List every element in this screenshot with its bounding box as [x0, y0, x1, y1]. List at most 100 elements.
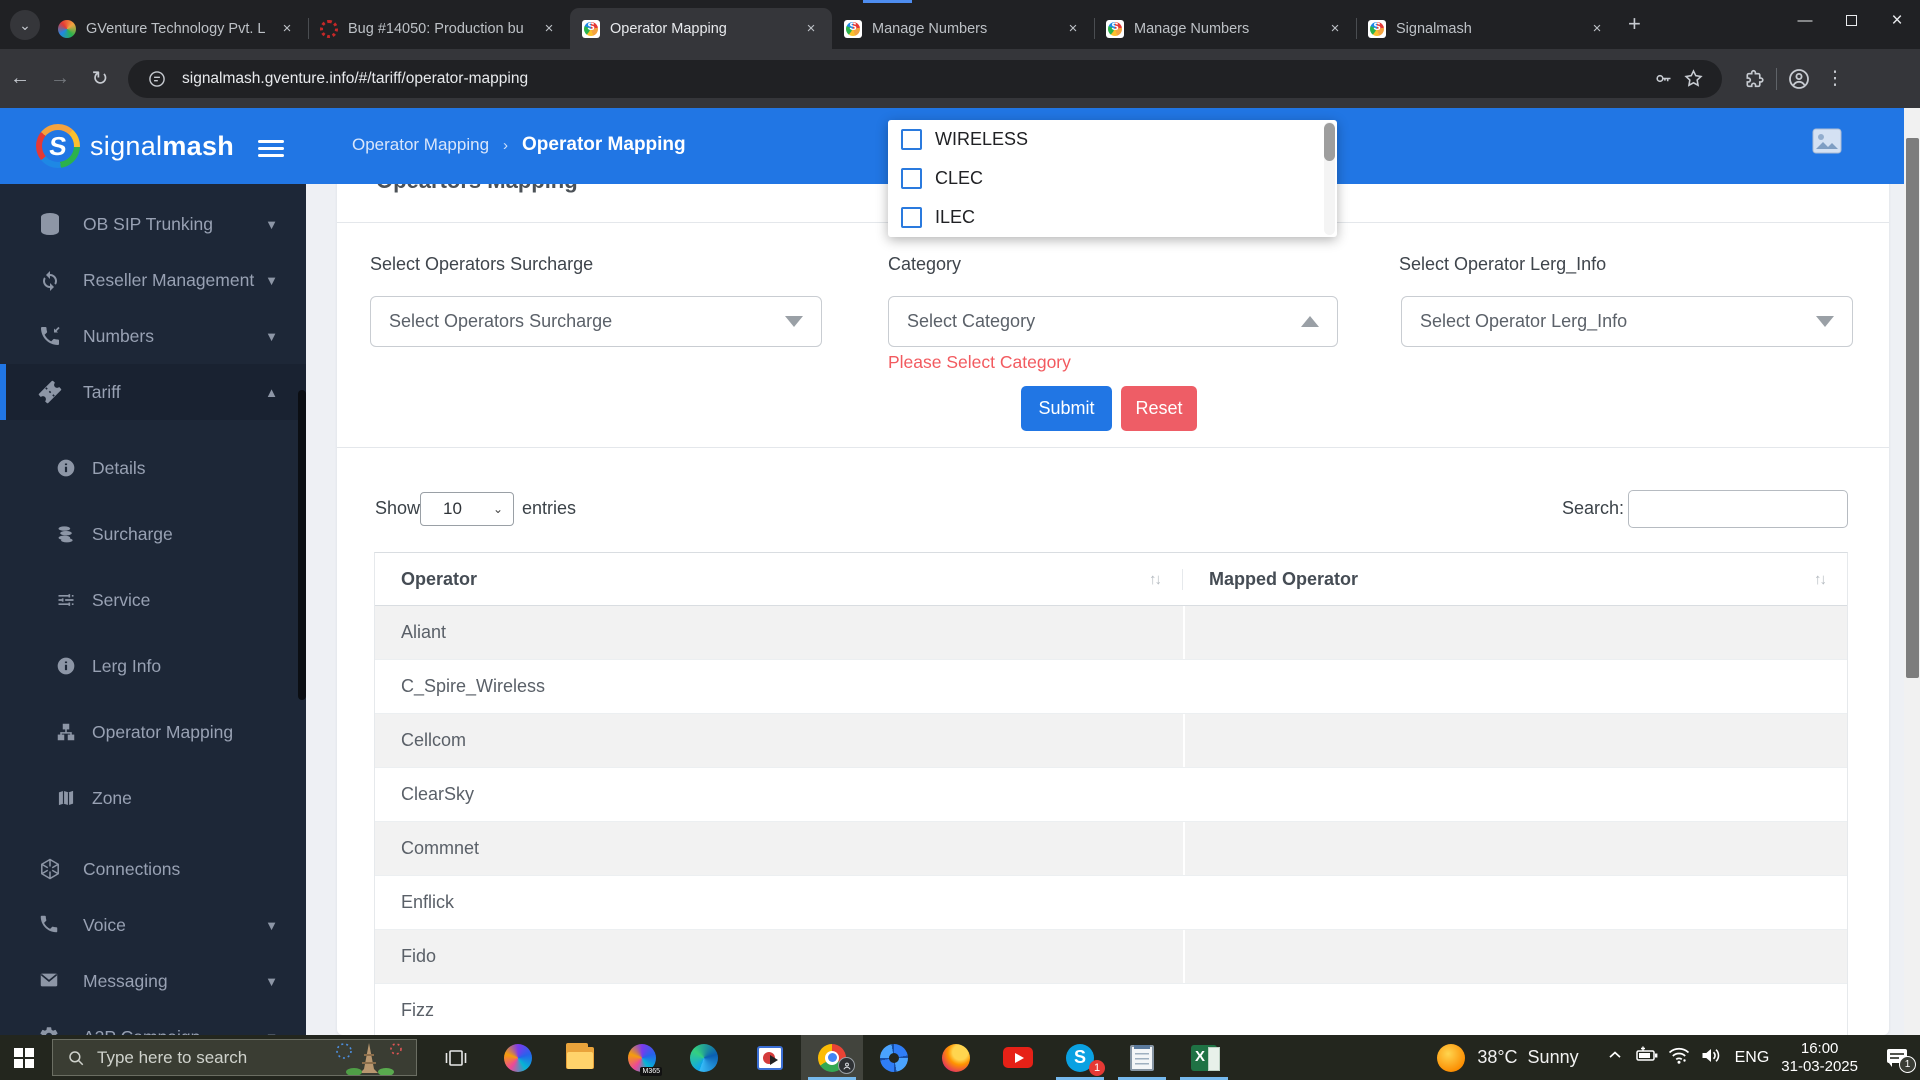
- page-scrollbar-thumb[interactable]: [1906, 138, 1919, 678]
- taskbar-hub-app[interactable]: [863, 1035, 925, 1080]
- search-input[interactable]: [1628, 490, 1848, 528]
- breadcrumb-current[interactable]: Operator Mapping: [522, 134, 686, 156]
- taskbar-irfanview[interactable]: [739, 1035, 801, 1080]
- url-text[interactable]: signalmash.gventure.info/#/tariff/operat…: [182, 70, 1648, 88]
- notification-center-button[interactable]: 1: [1874, 1035, 1920, 1080]
- sort-icon[interactable]: ↑↓: [1149, 571, 1160, 588]
- browser-tab[interactable]: Bug #14050: Production bu×: [308, 8, 570, 49]
- sidebar-item-tariff[interactable]: Tariff▲: [0, 364, 306, 420]
- tab-close-icon[interactable]: ×: [800, 18, 822, 40]
- taskbar-edge[interactable]: [673, 1035, 735, 1080]
- browser-tab[interactable]: Operator Mapping×: [570, 8, 832, 49]
- brand-logo[interactable]: signalmash: [0, 108, 306, 184]
- category-select[interactable]: Select Category: [888, 296, 1338, 347]
- sort-icon[interactable]: ↑↓: [1814, 571, 1825, 588]
- new-tab-button[interactable]: +: [1628, 11, 1641, 37]
- column-header-mapped-operator[interactable]: Mapped Operator ↑↓: [1183, 569, 1847, 590]
- start-button[interactable]: [0, 1035, 48, 1080]
- sidebar-item-reseller-management[interactable]: Reseller Management▼: [0, 252, 306, 308]
- bookmark-star-icon[interactable]: [1678, 68, 1708, 89]
- browser-menu-icon[interactable]: ⋮: [1817, 67, 1853, 90]
- category-option-wireless[interactable]: WIRELESS: [888, 120, 1337, 159]
- sidebar-item-a2p-campaign[interactable]: A2P Campaign▼: [0, 1009, 306, 1035]
- category-option-clec[interactable]: CLEC: [888, 159, 1337, 198]
- table-row[interactable]: C_Spire_Wireless: [375, 660, 1847, 714]
- profile-icon[interactable]: [1781, 67, 1817, 91]
- dropdown-scrollbar[interactable]: [1324, 123, 1335, 161]
- sidebar-item-lerg-info[interactable]: Lerg Info: [0, 633, 306, 699]
- extensions-icon[interactable]: [1736, 68, 1772, 90]
- url-omnibox[interactable]: signalmash.gventure.info/#/tariff/operat…: [128, 60, 1722, 98]
- tab-close-icon[interactable]: ×: [1586, 18, 1608, 40]
- browser-tab[interactable]: GVenture Technology Pvt. L×: [46, 8, 308, 49]
- checkbox-unchecked[interactable]: [901, 168, 922, 189]
- table-row[interactable]: Fizz: [375, 984, 1847, 1038]
- language-indicator[interactable]: ENG: [1735, 1049, 1770, 1067]
- sidebar-item-voice[interactable]: Voice▼: [0, 897, 306, 953]
- reset-button[interactable]: Reset: [1121, 386, 1197, 431]
- avatar-image-placeholder-icon[interactable]: [1812, 128, 1842, 159]
- reload-icon[interactable]: ↻: [80, 66, 120, 91]
- lerg-select[interactable]: Select Operator Lerg_Info: [1401, 296, 1853, 347]
- sidebar-item-ob-sip-trunking[interactable]: OB SIP Trunking▼: [0, 196, 306, 252]
- hamburger-menu-icon[interactable]: [258, 136, 284, 161]
- wifi-icon[interactable]: [1663, 1043, 1695, 1072]
- sidebar-scrollbar[interactable]: [298, 390, 306, 700]
- tab-search-chevron-icon[interactable]: ⌄: [10, 10, 40, 40]
- minimize-button[interactable]: —: [1782, 0, 1828, 41]
- browser-tab[interactable]: Signalmash×: [1356, 8, 1618, 49]
- taskbar-excel[interactable]: [1173, 1035, 1235, 1080]
- table-row[interactable]: Enflick: [375, 876, 1847, 930]
- submit-button[interactable]: Submit: [1021, 386, 1112, 431]
- tab-close-icon[interactable]: ×: [1062, 18, 1084, 40]
- tab-close-icon[interactable]: ×: [538, 18, 560, 40]
- taskbar-skype[interactable]: S 1: [1049, 1035, 1111, 1080]
- clock[interactable]: 16:00 31-03-2025: [1781, 1040, 1858, 1076]
- taskbar-firefox[interactable]: [925, 1035, 987, 1080]
- sidebar-item-messaging[interactable]: Messaging▼: [0, 953, 306, 1009]
- task-view-button[interactable]: [425, 1035, 487, 1080]
- close-button[interactable]: ×: [1874, 0, 1920, 41]
- maximize-button[interactable]: [1828, 0, 1874, 41]
- sidebar-item-connections[interactable]: Connections: [0, 841, 306, 897]
- taskbar-copilot[interactable]: [487, 1035, 549, 1080]
- taskbar-file-explorer[interactable]: [549, 1035, 611, 1080]
- passwords-key-icon[interactable]: [1648, 68, 1678, 89]
- tray-expand-chevron-icon[interactable]: [1599, 1045, 1631, 1070]
- tab-close-icon[interactable]: ×: [276, 18, 298, 40]
- sidebar-item-zone[interactable]: Zone: [0, 765, 306, 831]
- table-row[interactable]: ClearSky: [375, 768, 1847, 822]
- taskbar-notepad[interactable]: [1111, 1035, 1173, 1080]
- battery-icon[interactable]: [1631, 1043, 1663, 1072]
- breadcrumb-parent[interactable]: Operator Mapping: [352, 135, 489, 155]
- sidebar-item-surcharge[interactable]: Surcharge: [0, 501, 306, 567]
- sidebar-item-numbers[interactable]: Numbers▼: [0, 308, 306, 364]
- browser-tab[interactable]: Manage Numbers×: [832, 8, 1094, 49]
- table-row[interactable]: Aliant: [375, 606, 1847, 660]
- taskbar-youtube[interactable]: [987, 1035, 1049, 1080]
- sidebar-item-service[interactable]: Service: [0, 567, 306, 633]
- category-option-ilec[interactable]: ILEC: [888, 198, 1337, 237]
- column-header-operator[interactable]: Operator ↑↓: [375, 569, 1183, 590]
- page-scrollbar-track[interactable]: [1904, 108, 1920, 1035]
- back-icon[interactable]: ←: [0, 67, 40, 90]
- table-row[interactable]: Commnet: [375, 822, 1847, 876]
- table-row[interactable]: Fido: [375, 930, 1847, 984]
- sidebar-item-operator-mapping[interactable]: Operator Mapping: [0, 699, 306, 765]
- table-row[interactable]: Cellcom: [375, 714, 1847, 768]
- site-info-icon[interactable]: [142, 69, 172, 89]
- volume-icon[interactable]: [1695, 1043, 1727, 1072]
- checkbox-unchecked[interactable]: [901, 207, 922, 228]
- sidebar-item-details[interactable]: Details: [0, 435, 306, 501]
- tab-close-icon[interactable]: ×: [1324, 18, 1346, 40]
- surcharge-select[interactable]: Select Operators Surcharge: [370, 296, 822, 347]
- taskbar-m365[interactable]: M365: [611, 1035, 673, 1080]
- page-size-select[interactable]: 10 ⌄: [420, 492, 514, 526]
- taskbar-chrome-active[interactable]: [801, 1035, 863, 1080]
- browser-tab[interactable]: Manage Numbers×: [1094, 8, 1356, 49]
- taskbar-search-box[interactable]: Type here to search: [52, 1039, 417, 1076]
- forward-icon[interactable]: →: [40, 67, 80, 90]
- system-tray: 38°C Sunny ENG 16:00 31-03-2025 1: [1437, 1035, 1920, 1080]
- weather-widget[interactable]: 38°C Sunny: [1437, 1044, 1578, 1072]
- checkbox-unchecked[interactable]: [901, 129, 922, 150]
